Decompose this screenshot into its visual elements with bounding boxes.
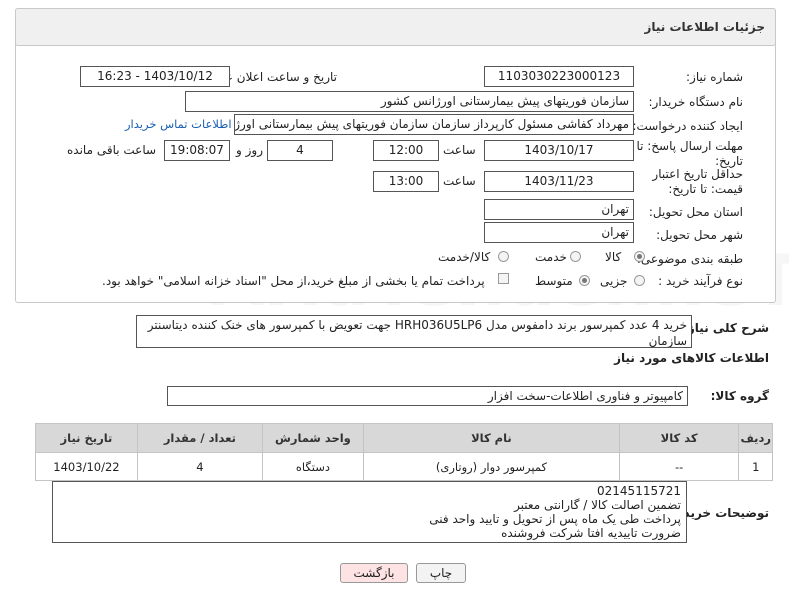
col-header-row-number: ردیف — [738, 423, 773, 453]
goods-section-title: اطلاعات کالاهای مورد نیاز — [614, 351, 769, 365]
buyer-note-line: 02145115721 — [597, 484, 681, 498]
validity-time-label: ساعت — [443, 174, 476, 188]
province-field: تهران — [484, 199, 634, 220]
col-header-code: کد کالا — [618, 423, 740, 453]
buyer-note-line: ضرورت تاییدیه افتا شرکت فروشنده — [501, 526, 681, 540]
deadline-label: مهلت ارسال پاسخ: تا تاریخ: — [636, 139, 743, 168]
back-button[interactable]: بازگشت — [340, 563, 408, 583]
city-label: شهر محل تحویل: — [656, 228, 743, 242]
validity-label: حداقل تاریخ اعتبار قیمت: تا تاریخ: — [652, 167, 743, 196]
requester-field: مهرداد کفاشی مسئول کارپرداز سازمان سازما… — [234, 114, 634, 135]
deadline-time-field: 12:00 — [373, 140, 439, 161]
buyer-note-line: پرداخت طی یک ماه پس از تحویل و تایید واح… — [429, 512, 681, 526]
items-table: ردیف کد کالا نام کالا واحد شمارش تعداد /… — [35, 423, 773, 481]
description-field: خرید 4 عدد کمپرسور برند دامفوس مدل HRH03… — [136, 315, 692, 348]
goods-group-label: گروه کالا: — [710, 389, 769, 403]
col-header-quantity: تعداد / مقدار — [136, 423, 263, 453]
cell-need-date: 1403/10/22 — [35, 452, 138, 481]
page-title: جزئیات اطلاعات نیاز — [644, 20, 765, 34]
col-header-unit: واحد شمارش — [261, 423, 365, 453]
cell-row-number: 1 — [738, 452, 773, 481]
announce-datetime-field: 1403/10/12 - 16:23 — [80, 66, 230, 87]
col-header-need-date: تاریخ نیاز — [35, 423, 138, 453]
buyer-notes-field: 02145115721 تضمین اصالت کالا / گارانتی م… — [52, 481, 687, 543]
purchase-radio-minor[interactable] — [634, 275, 645, 286]
description-label: شرح کلی نیاز: — [683, 321, 769, 335]
purchase-radio-medium[interactable] — [579, 275, 590, 286]
validity-time-field: 13:00 — [373, 171, 439, 192]
province-label: استان محل تحویل: — [648, 205, 743, 219]
cell-unit: دستگاه — [261, 452, 365, 481]
category-radio-service[interactable] — [570, 251, 581, 262]
category-option-goods-service: کالا/خدمت — [438, 250, 491, 264]
print-button[interactable]: چاپ — [416, 563, 466, 583]
purchase-type-label: نوع فرآیند خرید : — [658, 274, 743, 288]
requester-label: ایجاد کننده درخواست: — [632, 119, 743, 133]
need-number-field: 1103030223000123 — [484, 66, 634, 87]
deadline-days-field: 4 — [267, 140, 333, 161]
buyer-note-line: تضمین اصالت کالا / گارانتی معتبر — [514, 498, 681, 512]
buyer-org-label: نام دستگاه خریدار: — [648, 95, 744, 109]
purchase-option-medium: متوسط — [535, 274, 573, 288]
cell-name: کمپرسور دوار (روتاری) — [363, 452, 620, 481]
category-option-goods: کالا — [605, 250, 622, 264]
need-number-label: شماره نیاز: — [686, 70, 743, 84]
table-row: 1 -- کمپرسور دوار (روتاری) دستگاه 4 1403… — [35, 452, 773, 481]
days-label: روز و — [236, 143, 263, 157]
purchase-option-minor: جزیی — [600, 274, 628, 288]
city-field: تهران — [484, 222, 634, 243]
goods-group-field: کامپیوتر و فناوری اطلاعات-سخت افزار — [167, 386, 688, 406]
category-label: طبقه بندی موضوعی: — [636, 252, 743, 266]
remaining-label: ساعت باقی مانده — [67, 143, 157, 157]
treasury-note: پرداخت تمام یا بخشی از مبلغ خرید،از محل … — [102, 274, 485, 288]
deadline-time-label: ساعت — [443, 143, 476, 157]
buyer-org-field: سازمان فوریتهای پیش بیمارستانی اورژانس ک… — [185, 91, 634, 112]
category-radio-goods[interactable] — [634, 251, 645, 262]
buyer-contact-link[interactable]: اطلاعات تماس خریدار — [125, 117, 232, 131]
treasury-checkbox[interactable] — [498, 273, 509, 284]
remaining-time-field: 19:08:07 — [164, 140, 230, 161]
deadline-date-field: 1403/10/17 — [484, 140, 634, 161]
col-header-name: نام کالا — [363, 423, 620, 453]
category-option-service: خدمت — [535, 250, 567, 264]
category-radio-goods-service[interactable] — [498, 251, 509, 262]
table-header-row: ردیف کد کالا نام کالا واحد شمارش تعداد /… — [35, 423, 773, 453]
validity-date-field: 1403/11/23 — [484, 171, 634, 192]
cell-code: -- — [618, 452, 740, 481]
cell-quantity: 4 — [136, 452, 263, 481]
